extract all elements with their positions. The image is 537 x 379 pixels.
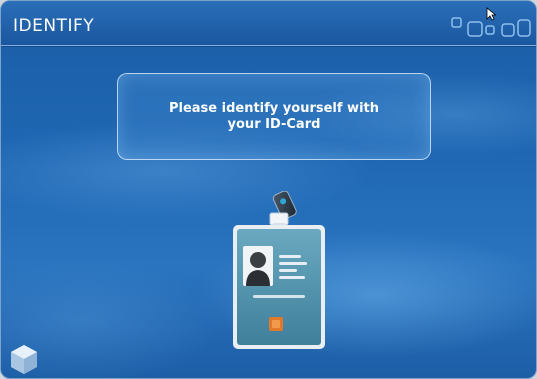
identify-message-panel: Please identify yourself with your ID-Ca… xyxy=(117,73,431,160)
window-title: IDENTIFY xyxy=(13,16,95,36)
mouse-cursor-icon xyxy=(486,7,496,21)
id-card-badge-icon xyxy=(233,191,325,349)
title-bar: IDENTIFY xyxy=(1,1,536,46)
cube-logo-icon xyxy=(11,345,37,374)
identify-window: IDENTIFY Please identify yourself with y… xyxy=(0,0,537,379)
identify-message-text: Please identify yourself with your ID-Ca… xyxy=(168,100,379,132)
